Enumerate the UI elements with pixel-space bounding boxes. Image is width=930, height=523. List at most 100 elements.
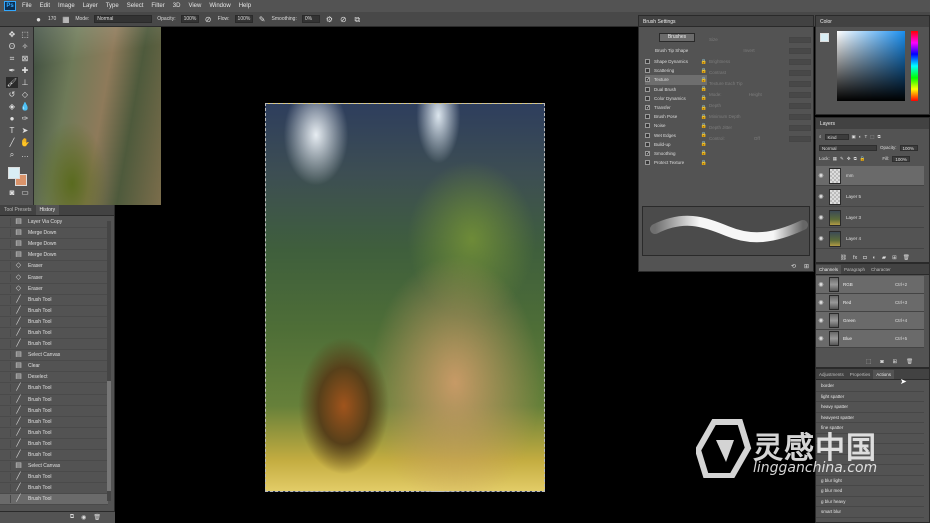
toggle-live-tip-preview-icon[interactable]: ⟲ bbox=[791, 263, 796, 270]
brush-option-checkbox[interactable] bbox=[645, 86, 650, 92]
history-state-row[interactable]: ╱ Brush Tool bbox=[0, 339, 108, 351]
history-brush-source-checkbox[interactable] bbox=[3, 340, 11, 349]
menu-layer[interactable]: Layer bbox=[83, 3, 98, 9]
layer-name[interactable]: Layer 3 bbox=[846, 215, 861, 220]
action-item[interactable]: heavy spatter bbox=[816, 402, 924, 413]
lock-icon[interactable]: 🔒 bbox=[701, 123, 707, 129]
tab-layers[interactable]: Layers bbox=[816, 118, 929, 129]
tab-channels[interactable]: Channels bbox=[816, 265, 842, 274]
flow-field[interactable]: 100% bbox=[234, 15, 253, 23]
menu-file[interactable]: File bbox=[22, 3, 32, 9]
brush-option-checkbox[interactable] bbox=[645, 59, 650, 65]
brush-option-row[interactable]: Brush Pose 🔒 bbox=[645, 112, 707, 121]
brush-option-checkbox[interactable] bbox=[645, 114, 650, 120]
history-brush-source-checkbox[interactable] bbox=[3, 495, 11, 504]
eyedropper-tool-icon[interactable]: ✒ bbox=[6, 65, 18, 76]
brush-option-row[interactable]: ✓ Smoothing 🔒 bbox=[645, 149, 707, 158]
history-state-row[interactable]: ▤ Clear bbox=[0, 361, 108, 373]
channel-row[interactable]: ◉ Green Ctrl+4 bbox=[816, 312, 924, 330]
history-state-row[interactable]: ╱ Brush Tool bbox=[0, 417, 108, 428]
crop-tool-icon[interactable]: ⌗ bbox=[6, 53, 18, 64]
history-brush-source-checkbox[interactable] bbox=[3, 439, 11, 448]
filter-shape-icon[interactable]: ⬚ bbox=[870, 134, 874, 140]
more-tools-icon[interactable]: … bbox=[19, 149, 31, 160]
pen-tool-icon[interactable]: ✑ bbox=[19, 113, 31, 124]
channel-row[interactable]: ◉ Red Ctrl+3 bbox=[816, 294, 924, 312]
menu-3d[interactable]: 3D bbox=[173, 3, 181, 9]
visibility-eye-icon[interactable]: ◉ bbox=[816, 335, 826, 342]
lock-icon[interactable]: 🔒 bbox=[701, 86, 707, 92]
tab-adjustments[interactable]: Adjustments bbox=[816, 370, 847, 379]
lock-transparent-icon[interactable]: ▦ bbox=[833, 156, 837, 162]
history-scrollbar-thumb[interactable] bbox=[107, 381, 111, 491]
menu-select[interactable]: Select bbox=[127, 3, 144, 9]
history-brush-source-checkbox[interactable] bbox=[3, 229, 11, 238]
fill-field[interactable]: 100% bbox=[892, 155, 911, 162]
action-item[interactable]: smart blur bbox=[816, 507, 924, 518]
history-brush-source-checkbox[interactable] bbox=[3, 295, 11, 304]
history-brush-source-checkbox[interactable] bbox=[3, 351, 11, 360]
history-brush-source-checkbox[interactable] bbox=[3, 373, 11, 382]
lock-icon[interactable]: 🔒 bbox=[701, 68, 707, 74]
brush-control-slider[interactable] bbox=[788, 69, 811, 76]
history-state-row[interactable]: ╱ Brush Tool bbox=[0, 439, 108, 450]
visibility-eye-icon[interactable]: ◉ bbox=[816, 281, 826, 288]
brush-option-row[interactable]: Noise 🔒 bbox=[645, 121, 707, 130]
quick-select-tool-icon[interactable]: ✧ bbox=[19, 41, 31, 52]
load-selection-icon[interactable]: ⬚ bbox=[866, 359, 871, 365]
lock-icon[interactable]: 🔒 bbox=[701, 141, 707, 147]
history-state-row[interactable]: ▤ Select Canvas bbox=[0, 350, 108, 362]
brush-option-row[interactable]: Scattering 🔒 bbox=[645, 66, 707, 75]
link-layers-icon[interactable]: ⛓ bbox=[840, 255, 847, 261]
layer-row[interactable]: ◉ Layer 3 bbox=[816, 208, 924, 228]
history-brush-source-checkbox[interactable] bbox=[3, 406, 11, 415]
symmetry-icon[interactable]: ⧉ bbox=[353, 15, 362, 24]
lock-icon[interactable]: 🔒 bbox=[701, 59, 707, 65]
brush-option-row[interactable]: Shape Dynamics 🔒 bbox=[645, 57, 707, 66]
action-item[interactable]: light spatter bbox=[816, 392, 924, 402]
tab-history[interactable]: History bbox=[35, 205, 60, 215]
history-brush-source-checkbox[interactable] bbox=[3, 451, 11, 460]
brush-option-checkbox[interactable] bbox=[645, 132, 650, 138]
history-state-row[interactable]: ╱ Brush Tool bbox=[0, 306, 108, 317]
lock-icon[interactable]: 🔒 bbox=[701, 95, 707, 101]
history-brush-source-checkbox[interactable] bbox=[3, 362, 11, 371]
visibility-eye-icon[interactable]: ◉ bbox=[816, 193, 826, 200]
lock-icon[interactable]: 🔒 bbox=[701, 105, 707, 111]
layer-kind-select[interactable]: Kind bbox=[824, 133, 849, 140]
history-state-row[interactable]: ◇ Eraser bbox=[0, 284, 108, 295]
delete-layer-trash-icon[interactable]: 🗑 bbox=[903, 255, 910, 261]
channel-row[interactable]: ◉ Blue Ctrl+5 bbox=[816, 330, 924, 348]
eraser-tool-icon[interactable]: ◇ bbox=[19, 89, 31, 100]
lock-icon[interactable]: 🔒 bbox=[701, 114, 707, 120]
history-brush-tool-icon[interactable]: ↺ bbox=[6, 89, 18, 100]
filter-smart-object-icon[interactable]: ⧉ bbox=[878, 134, 881, 139]
history-state-row[interactable]: ╱ Brush Tool bbox=[0, 383, 108, 395]
stamp-tool-icon[interactable]: ⊥ bbox=[19, 77, 31, 88]
history-state-row[interactable]: ◇ Eraser bbox=[0, 272, 108, 284]
brush-control-slider[interactable] bbox=[788, 102, 811, 109]
hand-tool-icon[interactable]: ✋ bbox=[19, 137, 31, 148]
history-brush-source-checkbox[interactable] bbox=[3, 317, 11, 326]
delete-channel-trash-icon[interactable]: 🗑 bbox=[906, 359, 913, 365]
new-layer-icon[interactable]: ⊞ bbox=[892, 255, 897, 261]
brush-option-row[interactable]: ✓ Texture 🔒 bbox=[645, 75, 707, 85]
healing-tool-icon[interactable]: ✚ bbox=[19, 65, 31, 76]
menu-window[interactable]: Window bbox=[209, 3, 230, 9]
visibility-eye-icon[interactable]: ◉ bbox=[816, 172, 826, 179]
add-mask-icon[interactable]: ◘ bbox=[863, 255, 866, 261]
brush-control-slider[interactable] bbox=[789, 80, 811, 87]
pressure-size-icon[interactable]: ⊘ bbox=[339, 15, 348, 24]
adjustment-layer-icon[interactable]: ◐ bbox=[873, 255, 876, 261]
mode-select[interactable]: Normal bbox=[94, 15, 153, 23]
layer-row[interactable]: ◉ mm bbox=[816, 166, 924, 186]
lock-icon[interactable]: 🔒 bbox=[701, 160, 707, 166]
brush-option-checkbox[interactable] bbox=[645, 123, 650, 129]
history-state-row[interactable]: ▤ Layer Via Copy bbox=[0, 217, 108, 229]
history-brush-source-checkbox[interactable] bbox=[3, 328, 11, 337]
history-brush-source-checkbox[interactable] bbox=[3, 417, 11, 426]
brush-control-slider[interactable] bbox=[788, 113, 811, 120]
photoshop-logo-icon[interactable]: Ps bbox=[4, 1, 16, 11]
hue-slider[interactable] bbox=[911, 31, 918, 101]
brush-option-checkbox[interactable]: ✓ bbox=[645, 105, 650, 111]
